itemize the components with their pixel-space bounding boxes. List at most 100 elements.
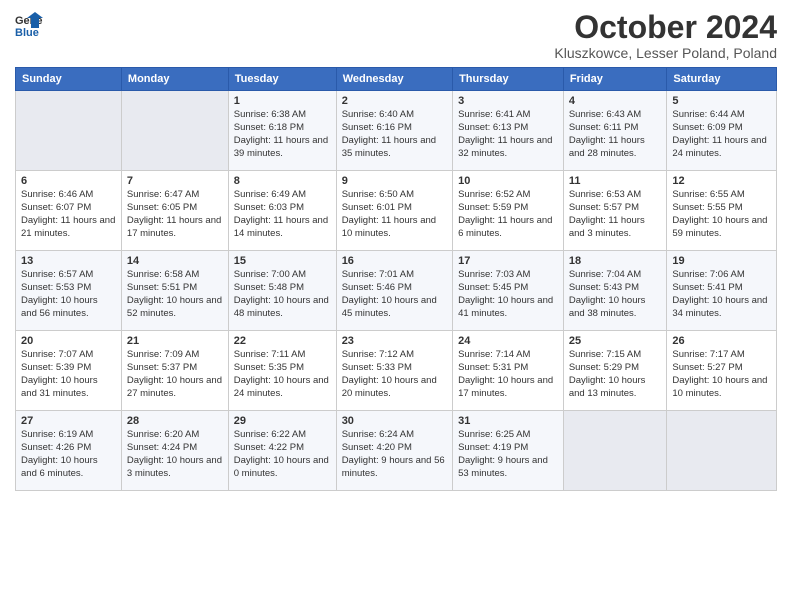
day-number: 23	[342, 335, 447, 347]
calendar-week-row: 20Sunrise: 7:07 AM Sunset: 5:39 PM Dayli…	[16, 331, 777, 411]
day-number: 15	[234, 255, 331, 267]
day-info: Sunrise: 6:43 AM Sunset: 6:11 PM Dayligh…	[569, 109, 662, 160]
day-info: Sunrise: 7:09 AM Sunset: 5:37 PM Dayligh…	[127, 349, 223, 400]
day-info: Sunrise: 6:55 AM Sunset: 5:55 PM Dayligh…	[672, 189, 771, 240]
calendar-week-row: 1 Sunrise: 6:38 AM Sunset: 6:18 PM Daylig…	[16, 91, 777, 171]
calendar-body: 1 Sunrise: 6:38 AM Sunset: 6:18 PM Daylig…	[16, 91, 777, 491]
calendar-cell: 16Sunrise: 7:01 AM Sunset: 5:46 PM Dayli…	[336, 251, 452, 331]
title-section: October 2024 Kluszkowce, Lesser Poland, …	[554, 10, 777, 61]
weekday-header-row: SundayMondayTuesdayWednesdayThursdayFrid…	[16, 68, 777, 91]
calendar-cell: 17 Sunrise: 7:03 AM Sunset: 5:45 PM Dayli…	[453, 251, 564, 331]
calendar-cell: 4 Sunrise: 6:43 AM Sunset: 6:11 PM Daylig…	[563, 91, 667, 171]
calendar-cell: 27 Sunrise: 6:19 AM Sunset: 4:26 PM Dayli…	[16, 411, 122, 491]
calendar-cell: 21 Sunrise: 7:09 AM Sunset: 5:37 PM Dayli…	[121, 331, 228, 411]
day-info: Sunrise: 7:00 AM Sunset: 5:48 PM Dayligh…	[234, 269, 331, 320]
day-info: Sunrise: 6:46 AM Sunset: 6:07 PM Dayligh…	[21, 189, 116, 240]
day-info: Sunrise: 7:04 AM Sunset: 5:43 PM Dayligh…	[569, 269, 662, 320]
main-title: October 2024	[554, 10, 777, 45]
day-info: Sunrise: 7:03 AM Sunset: 5:45 PM Dayligh…	[458, 269, 558, 320]
day-info: Sunrise: 7:11 AM Sunset: 5:35 PM Dayligh…	[234, 349, 331, 400]
day-number: 12	[672, 175, 771, 187]
day-info: Sunrise: 7:14 AM Sunset: 5:31 PM Dayligh…	[458, 349, 558, 400]
calendar-cell: 5 Sunrise: 6:44 AM Sunset: 6:09 PM Daylig…	[667, 91, 777, 171]
weekday-header-thursday: Thursday	[453, 68, 564, 91]
day-info: Sunrise: 7:15 AM Sunset: 5:29 PM Dayligh…	[569, 349, 662, 400]
weekday-header-tuesday: Tuesday	[228, 68, 336, 91]
calendar-cell	[121, 91, 228, 171]
day-info: Sunrise: 6:53 AM Sunset: 5:57 PM Dayligh…	[569, 189, 662, 240]
calendar-cell: 9 Sunrise: 6:50 AM Sunset: 6:01 PM Daylig…	[336, 171, 452, 251]
day-number: 25	[569, 335, 662, 347]
day-info: Sunrise: 6:38 AM Sunset: 6:18 PM Dayligh…	[234, 109, 331, 160]
weekday-header-friday: Friday	[563, 68, 667, 91]
calendar-cell: 13Sunrise: 6:57 AM Sunset: 5:53 PM Dayli…	[16, 251, 122, 331]
day-number: 1	[234, 95, 331, 107]
calendar-cell: 26 Sunrise: 7:17 AM Sunset: 5:27 PM Dayli…	[667, 331, 777, 411]
day-number: 31	[458, 415, 558, 427]
day-info: Sunrise: 7:17 AM Sunset: 5:27 PM Dayligh…	[672, 349, 771, 400]
calendar-cell: 10 Sunrise: 6:52 AM Sunset: 5:59 PM Dayli…	[453, 171, 564, 251]
day-number: 4	[569, 95, 662, 107]
day-info: Sunrise: 6:50 AM Sunset: 6:01 PM Dayligh…	[342, 189, 447, 240]
calendar-cell: 3 Sunrise: 6:41 AM Sunset: 6:13 PM Daylig…	[453, 91, 564, 171]
calendar-cell: 15 Sunrise: 7:00 AM Sunset: 5:48 PM Dayli…	[228, 251, 336, 331]
day-info: Sunrise: 6:20 AM Sunset: 4:24 PM Dayligh…	[127, 429, 223, 480]
day-number: 16	[342, 255, 447, 267]
weekday-header-wednesday: Wednesday	[336, 68, 452, 91]
calendar-cell: 19Sunrise: 7:06 AM Sunset: 5:41 PM Dayli…	[667, 251, 777, 331]
calendar-table: SundayMondayTuesdayWednesdayThursdayFrid…	[15, 67, 777, 491]
day-info: Sunrise: 6:40 AM Sunset: 6:16 PM Dayligh…	[342, 109, 447, 160]
subtitle: Kluszkowce, Lesser Poland, Poland	[554, 45, 777, 61]
day-info: Sunrise: 6:52 AM Sunset: 5:59 PM Dayligh…	[458, 189, 558, 240]
weekday-header-monday: Monday	[121, 68, 228, 91]
day-info: Sunrise: 7:06 AM Sunset: 5:41 PM Dayligh…	[672, 269, 771, 320]
day-number: 13	[21, 255, 116, 267]
day-number: 14	[127, 255, 223, 267]
day-number: 2	[342, 95, 447, 107]
calendar-cell: 11Sunrise: 6:53 AM Sunset: 5:57 PM Dayli…	[563, 171, 667, 251]
calendar-cell: 28 Sunrise: 6:20 AM Sunset: 4:24 PM Dayli…	[121, 411, 228, 491]
calendar-week-row: 6 Sunrise: 6:46 AM Sunset: 6:07 PM Daylig…	[16, 171, 777, 251]
calendar-cell: 25 Sunrise: 7:15 AM Sunset: 5:29 PM Dayli…	[563, 331, 667, 411]
calendar-cell: 2 Sunrise: 6:40 AM Sunset: 6:16 PM Daylig…	[336, 91, 452, 171]
calendar-cell: 14Sunrise: 6:58 AM Sunset: 5:51 PM Dayli…	[121, 251, 228, 331]
calendar-cell: 6 Sunrise: 6:46 AM Sunset: 6:07 PM Daylig…	[16, 171, 122, 251]
calendar-cell: 12 Sunrise: 6:55 AM Sunset: 5:55 PM Dayli…	[667, 171, 777, 251]
calendar-header: SundayMondayTuesdayWednesdayThursdayFrid…	[16, 68, 777, 91]
day-number: 26	[672, 335, 771, 347]
day-number: 7	[127, 175, 223, 187]
logo: General Blue	[15, 10, 43, 38]
day-info: Sunrise: 6:49 AM Sunset: 6:03 PM Dayligh…	[234, 189, 331, 240]
day-info: Sunrise: 6:19 AM Sunset: 4:26 PM Dayligh…	[21, 429, 116, 480]
day-number: 8	[234, 175, 331, 187]
day-number: 21	[127, 335, 223, 347]
day-number: 22	[234, 335, 331, 347]
day-number: 3	[458, 95, 558, 107]
day-info: Sunrise: 6:25 AM Sunset: 4:19 PM Dayligh…	[458, 429, 558, 480]
day-number: 30	[342, 415, 447, 427]
day-number: 28	[127, 415, 223, 427]
day-info: Sunrise: 6:41 AM Sunset: 6:13 PM Dayligh…	[458, 109, 558, 160]
day-number: 9	[342, 175, 447, 187]
calendar-cell: 8 Sunrise: 6:49 AM Sunset: 6:03 PM Daylig…	[228, 171, 336, 251]
weekday-header-sunday: Sunday	[16, 68, 122, 91]
day-number: 10	[458, 175, 558, 187]
calendar-cell: 1 Sunrise: 6:38 AM Sunset: 6:18 PM Daylig…	[228, 91, 336, 171]
day-info: Sunrise: 6:44 AM Sunset: 6:09 PM Dayligh…	[672, 109, 771, 160]
calendar-cell: 31 Sunrise: 6:25 AM Sunset: 4:19 PM Dayli…	[453, 411, 564, 491]
header: General Blue October 2024 Kluszkowce, Le…	[15, 10, 777, 61]
day-number: 5	[672, 95, 771, 107]
logo-icon: General Blue	[15, 10, 43, 38]
svg-text:Blue: Blue	[15, 27, 39, 38]
calendar-cell	[667, 411, 777, 491]
day-number: 24	[458, 335, 558, 347]
weekday-header-saturday: Saturday	[667, 68, 777, 91]
calendar-week-row: 13Sunrise: 6:57 AM Sunset: 5:53 PM Dayli…	[16, 251, 777, 331]
day-number: 17	[458, 255, 558, 267]
calendar-week-row: 27 Sunrise: 6:19 AM Sunset: 4:26 PM Dayli…	[16, 411, 777, 491]
day-number: 27	[21, 415, 116, 427]
calendar-cell: 20Sunrise: 7:07 AM Sunset: 5:39 PM Dayli…	[16, 331, 122, 411]
day-number: 6	[21, 175, 116, 187]
calendar-cell	[563, 411, 667, 491]
day-info: Sunrise: 7:07 AM Sunset: 5:39 PM Dayligh…	[21, 349, 116, 400]
